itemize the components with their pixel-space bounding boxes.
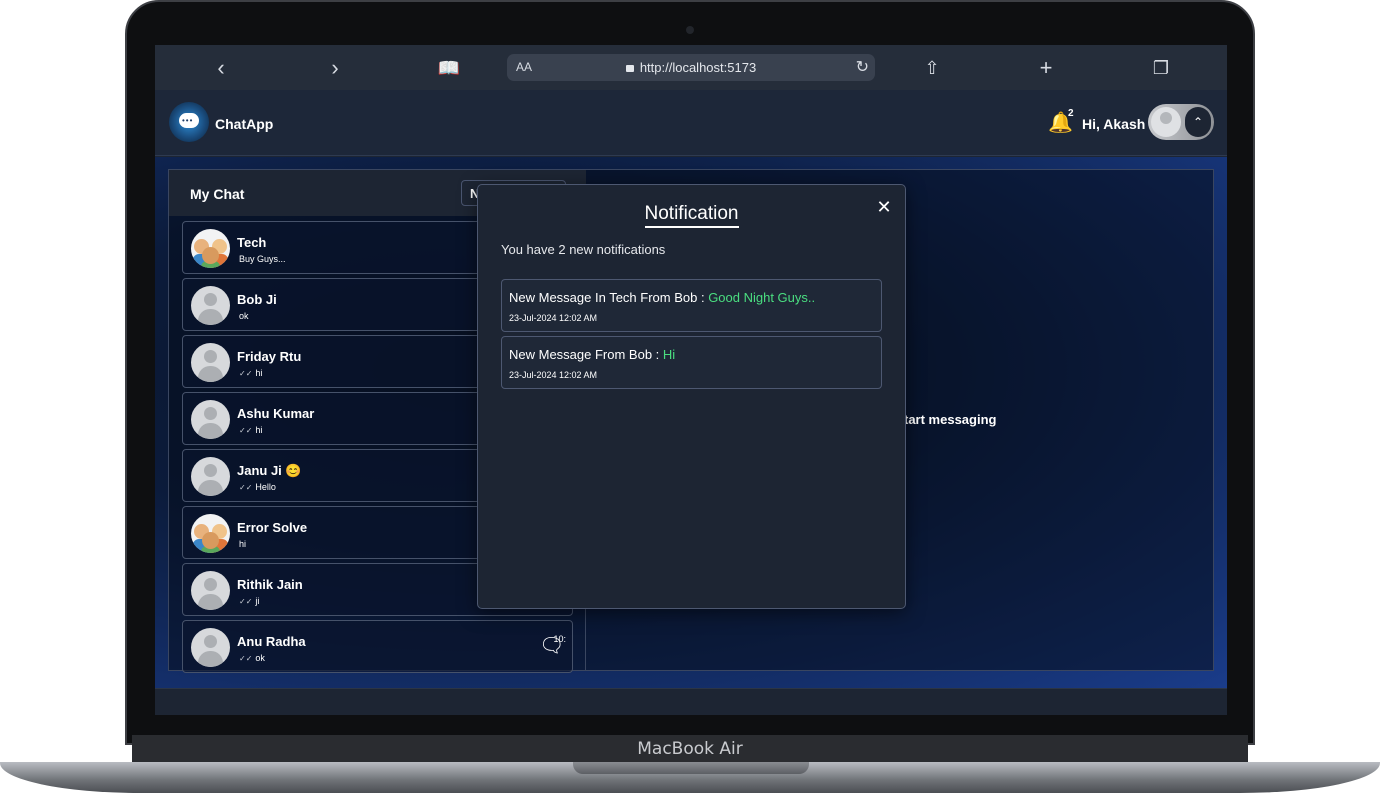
chat-name: Friday Rtu (237, 349, 302, 364)
chevron-up-icon: ⌃ (1185, 107, 1211, 137)
notification-time: 23-Jul-2024 12:02 AM (509, 370, 598, 380)
group-avatar (191, 514, 230, 553)
chat-message-text: hi (239, 539, 247, 549)
bookmarks-icon[interactable]: 📖 (436, 55, 462, 81)
chat-message-text: Buy Guys... (239, 254, 286, 264)
avatar (191, 628, 230, 667)
chat-message-text: hi (255, 425, 263, 435)
chat-list-item[interactable]: Anu Radha ✓✓ ok 10: (182, 620, 573, 673)
lock-icon (625, 65, 634, 72)
notification-count: 2 (1068, 108, 1074, 119)
chat-message-text: ok (239, 311, 249, 321)
chat-name: Tech (237, 235, 267, 250)
chat-last-message: Buy Guys... (239, 254, 286, 264)
back-icon[interactable]: ‹ (208, 55, 234, 81)
modal-title: Notification (478, 203, 905, 228)
url-value: http://localhost:5173 (639, 60, 757, 75)
chat-message-text: Hello (255, 482, 276, 492)
chat-message-text: ok (255, 653, 265, 663)
avatar (191, 400, 230, 439)
start-messaging-text: tart messaging (904, 412, 997, 427)
chat-name: Anu Radha (237, 634, 306, 649)
chat-last-message: ✓✓ hi (239, 368, 262, 378)
notification-modal: Notification ✕ You have 2 new notificati… (477, 184, 906, 609)
avatar (191, 457, 230, 496)
avatar (191, 286, 230, 325)
message-icon[interactable]: 🗨 (539, 633, 564, 658)
chat-last-message: ✓✓ ji (239, 596, 259, 606)
laptop-notch (573, 762, 809, 774)
app-logo: ••• (169, 102, 209, 142)
forward-icon[interactable]: › (322, 55, 348, 81)
tabs-overview-icon[interactable]: ❐ (1148, 55, 1174, 81)
chat-name: Janu Ji 😊 (237, 463, 302, 478)
modal-title-text: Notification (644, 203, 739, 228)
chat-name: Bob Ji (237, 292, 277, 307)
share-icon[interactable]: ⇧ (919, 55, 945, 81)
footer (155, 688, 1227, 715)
notification-message: Hi (662, 347, 676, 362)
notification-item[interactable]: New Message From Bob : Hi 23-Jul-2024 12:… (501, 336, 882, 389)
close-icon[interactable]: ✕ (870, 193, 898, 221)
avatar (191, 343, 230, 382)
notification-message: Good Night Guys.. (708, 290, 816, 305)
group-avatar (191, 229, 230, 268)
new-tab-icon[interactable]: + (1033, 55, 1059, 81)
chat-last-message: ✓✓ hi (239, 425, 262, 435)
chat-message-text: ji (255, 596, 260, 606)
avatar (1151, 107, 1181, 137)
browser-toolbar: ‹ › 📖 AA http://localhost:5173 ↻ ⇧ + ❐ (155, 45, 1227, 90)
app-title: ChatApp (215, 116, 274, 132)
chat-last-message: ok (239, 311, 249, 321)
read-ticks-icon: ✓✓ (239, 426, 253, 435)
read-ticks-icon: ✓✓ (239, 483, 253, 492)
read-ticks-icon: ✓✓ (239, 597, 253, 606)
browser-window: ‹ › 📖 AA http://localhost:5173 ↻ ⇧ + ❐ •… (155, 45, 1227, 715)
url-text: http://localhost:5173 (507, 60, 875, 75)
device-label: MacBook Air (637, 739, 743, 759)
read-ticks-icon: ✓✓ (239, 369, 253, 378)
app-header: ••• ChatApp 🔔 2 Hi, Akash ⌃ (155, 90, 1227, 156)
chat-name: Ashu Kumar (237, 406, 315, 421)
notification-text: New Message In Tech From Bob : Good Nigh… (509, 290, 815, 305)
notification-prefix: New Message In Tech From Bob : (509, 290, 709, 305)
user-greeting: Hi, Akash (1082, 116, 1146, 132)
read-ticks-icon: ✓✓ (239, 654, 253, 663)
chat-last-message: ✓✓ ok (239, 653, 265, 663)
address-bar[interactable]: AA http://localhost:5173 ↻ (507, 54, 875, 81)
notification-time: 23-Jul-2024 12:02 AM (509, 313, 598, 323)
chat-name: Error Solve (237, 520, 308, 535)
notification-prefix: New Message From Bob : (509, 347, 663, 362)
my-chat-title: My Chat (190, 186, 245, 202)
reload-icon[interactable]: ↻ (856, 57, 869, 77)
profile-menu-button[interactable]: ⌃ (1148, 104, 1214, 140)
chat-last-message: hi (239, 539, 246, 549)
camera-icon (686, 26, 694, 34)
chat-name: Rithik Jain (237, 577, 303, 592)
chat-last-message: ✓✓ Hello (239, 482, 276, 492)
notification-summary: You have 2 new notifications (501, 242, 666, 257)
notification-text: New Message From Bob : Hi (509, 347, 675, 362)
chat-bubble-icon: ••• (179, 113, 199, 128)
chat-message-text: hi (255, 368, 263, 378)
avatar (191, 571, 230, 610)
notification-item[interactable]: New Message In Tech From Bob : Good Nigh… (501, 279, 882, 332)
